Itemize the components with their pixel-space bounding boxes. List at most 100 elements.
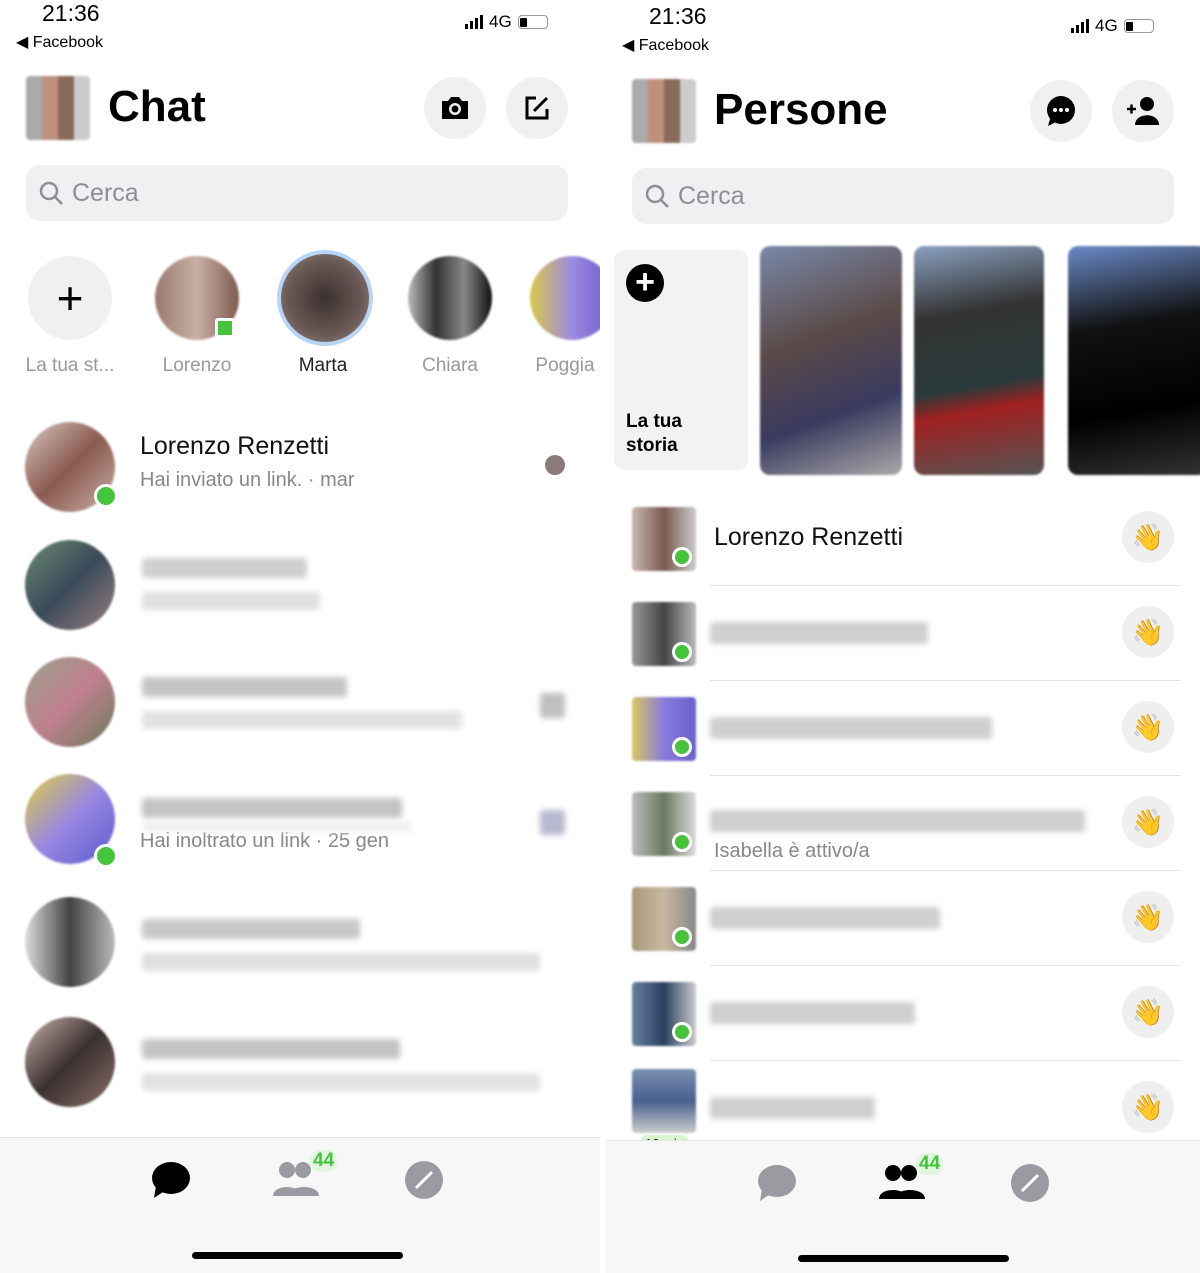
search-input[interactable]: Cerca <box>632 168 1174 224</box>
wave-hand-icon: 👋 <box>1131 521 1165 552</box>
wave-button[interactable]: 👋 <box>1122 606 1174 658</box>
conversation-row[interactable] <box>0 655 600 755</box>
wave-button[interactable]: 👋 <box>1122 511 1174 563</box>
profile-avatar[interactable] <box>26 76 90 140</box>
online-indicator <box>672 737 692 757</box>
search-icon <box>645 184 669 208</box>
story-label: Marta <box>298 355 348 376</box>
divider <box>710 1060 1181 1061</box>
read-receipt-avatar <box>545 455 565 475</box>
home-indicator <box>798 1255 1009 1262</box>
home-indicator <box>192 1252 403 1259</box>
plus-icon: + <box>626 264 664 302</box>
person-row[interactable]: Isabella è attivo/a 👋 <box>606 790 1200 885</box>
online-indicator <box>672 832 692 852</box>
chat-bubble-icon <box>758 1165 796 1201</box>
divider <box>710 870 1181 871</box>
wave-button[interactable]: 👋 <box>1122 701 1174 753</box>
online-indicator <box>672 927 692 947</box>
tab-chat[interactable] <box>150 1160 192 1205</box>
contact-name: Lorenzo Renzetti <box>140 432 330 460</box>
compose-button[interactable] <box>506 77 568 139</box>
search-icon <box>39 181 63 205</box>
tab-discover[interactable] <box>404 1160 444 1205</box>
person-row[interactable]: 👋 <box>606 600 1200 695</box>
tab-bar: 44 <box>606 1140 1200 1273</box>
divider <box>710 775 1181 776</box>
story-label: Chiara <box>422 355 478 376</box>
messages-button[interactable] <box>1030 80 1092 142</box>
wave-hand-icon: 👋 <box>1131 806 1165 837</box>
wave-button[interactable]: 👋 <box>1122 796 1174 848</box>
online-indicator <box>672 1022 692 1042</box>
tab-people[interactable]: 44 <box>272 1150 338 1203</box>
contact-name: Lorenzo Renzetti <box>714 523 904 551</box>
avatar <box>25 897 115 987</box>
story-poggia[interactable] <box>530 256 600 340</box>
search-input[interactable]: Cerca <box>26 165 568 221</box>
story-label: Poggia <box>535 355 595 376</box>
network-label: 4G <box>1095 16 1118 35</box>
avatar <box>632 1069 696 1133</box>
status-time: 21:36 <box>42 0 100 26</box>
message-preview: Hai inviato un link. · mar <box>140 469 355 491</box>
chat-screen: 21:36 ◀ Facebook 4G Chat Cerca + La tua … <box>0 0 600 1273</box>
wave-hand-icon: 👋 <box>1131 1091 1165 1122</box>
add-person-button[interactable] <box>1112 80 1174 142</box>
online-indicator <box>215 318 235 338</box>
online-indicator <box>672 547 692 567</box>
add-story-button[interactable]: + <box>28 256 112 340</box>
status-indicators: 4G <box>465 12 548 32</box>
search-placeholder: Cerca <box>678 181 745 210</box>
status-indicators: 4G <box>1071 16 1154 36</box>
camera-button[interactable] <box>424 77 486 139</box>
wave-hand-icon: 👋 <box>1131 711 1165 742</box>
online-indicator <box>94 844 118 868</box>
compose-icon <box>525 96 549 120</box>
chat-bubble-icon <box>152 1162 190 1198</box>
plus-icon: + <box>56 272 84 324</box>
avatar <box>25 657 115 747</box>
conversation-row[interactable]: Lorenzo Renzetti Hai inviato un link. · … <box>0 420 600 520</box>
person-row[interactable]: 👋 <box>606 695 1200 790</box>
signal-icon <box>465 15 483 29</box>
wave-button[interactable]: 👋 <box>1122 891 1174 943</box>
add-story-card[interactable]: + La tua storia <box>614 250 748 470</box>
wave-button[interactable]: 👋 <box>1122 986 1174 1038</box>
story-marta[interactable] <box>277 250 373 346</box>
back-to-facebook[interactable]: ◀ Facebook <box>622 35 709 55</box>
search-placeholder: Cerca <box>72 178 139 207</box>
conversation-row[interactable] <box>0 538 600 638</box>
story-label: La tua st... <box>25 355 115 376</box>
people-badge: 44 <box>916 1153 944 1175</box>
conversation-row[interactable]: Hai inoltrato un link · 25 gen <box>0 772 600 872</box>
person-row[interactable]: 👋 <box>606 980 1200 1075</box>
conversation-row[interactable] <box>0 1015 600 1115</box>
divider <box>710 680 1181 681</box>
tab-people[interactable]: 44 <box>878 1153 944 1206</box>
conversation-row[interactable] <box>0 895 600 995</box>
person-row[interactable]: 👋 <box>606 885 1200 980</box>
tab-chat[interactable] <box>756 1163 798 1208</box>
avatar <box>25 540 115 630</box>
online-indicator <box>672 642 692 662</box>
activity-status: Isabella è attivo/a <box>714 840 870 862</box>
story-card[interactable] <box>914 246 1044 475</box>
online-indicator <box>94 484 118 508</box>
profile-avatar[interactable] <box>632 79 696 143</box>
status-time: 21:36 <box>649 3 707 29</box>
compass-icon <box>405 1161 443 1199</box>
back-to-facebook[interactable]: ◀ Facebook <box>16 32 103 52</box>
add-person-icon <box>1127 97 1159 125</box>
story-card[interactable] <box>760 246 902 475</box>
your-story-label: La tua storia <box>626 411 682 456</box>
wave-button[interactable]: 👋 <box>1122 1081 1174 1133</box>
message-preview: Hai inoltrato un link · 25 gen <box>140 830 390 852</box>
person-row[interactable]: Lorenzo Renzetti 👋 <box>606 505 1200 600</box>
divider <box>710 585 1181 586</box>
tab-discover[interactable] <box>1010 1163 1050 1208</box>
people-badge: 44 <box>310 1150 338 1172</box>
story-card[interactable] <box>1068 246 1200 475</box>
people-screen: 21:36 ◀ Facebook 4G Persone Cerca + La t… <box>606 0 1200 1273</box>
story-chiara[interactable] <box>408 256 492 340</box>
